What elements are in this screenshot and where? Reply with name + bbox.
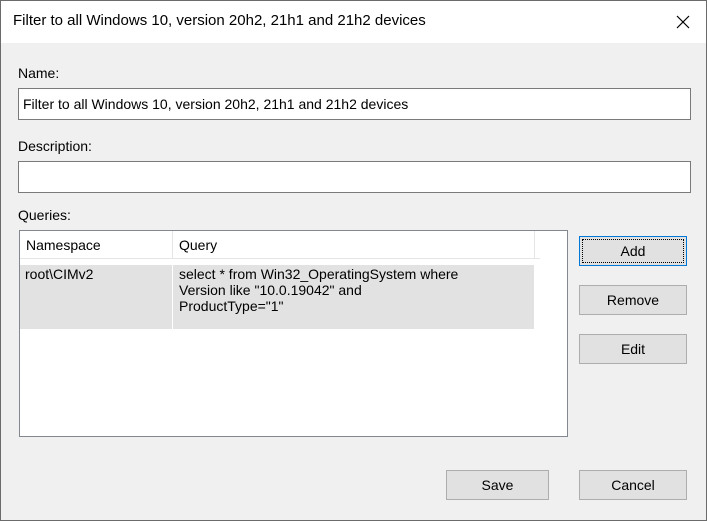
- title-bar: Filter to all Windows 10, version 20h2, …: [1, 1, 706, 43]
- table-row[interactable]: root\CIMv2 select * from Win32_Operating…: [20, 265, 534, 329]
- queries-list-header: Namespace Query: [20, 231, 540, 259]
- column-header-namespace[interactable]: Namespace: [20, 231, 173, 258]
- name-field[interactable]: [18, 88, 691, 120]
- close-icon: [676, 15, 690, 29]
- edit-button[interactable]: Edit: [579, 334, 687, 364]
- column-header-query[interactable]: Query: [173, 231, 535, 258]
- description-field[interactable]: [18, 161, 691, 193]
- remove-button[interactable]: Remove: [579, 285, 687, 315]
- column-divider: [172, 265, 173, 329]
- queries-list[interactable]: Namespace Query root\CIMv2 select * from…: [19, 230, 568, 437]
- query-cell: select * from Win32_OperatingSystem wher…: [179, 266, 459, 314]
- save-button[interactable]: Save: [446, 470, 549, 500]
- queries-label: Queries:: [18, 207, 71, 223]
- cancel-button[interactable]: Cancel: [579, 470, 687, 500]
- namespace-cell: root\CIMv2: [25, 266, 94, 282]
- focus-rectangle: [582, 239, 684, 263]
- window-title: Filter to all Windows 10, version 20h2, …: [13, 12, 426, 29]
- description-label: Description:: [18, 138, 92, 154]
- name-label: Name:: [18, 65, 60, 81]
- add-button[interactable]: Add: [579, 236, 687, 266]
- close-button[interactable]: [660, 1, 706, 43]
- filter-dialog: Filter to all Windows 10, version 20h2, …: [0, 0, 707, 521]
